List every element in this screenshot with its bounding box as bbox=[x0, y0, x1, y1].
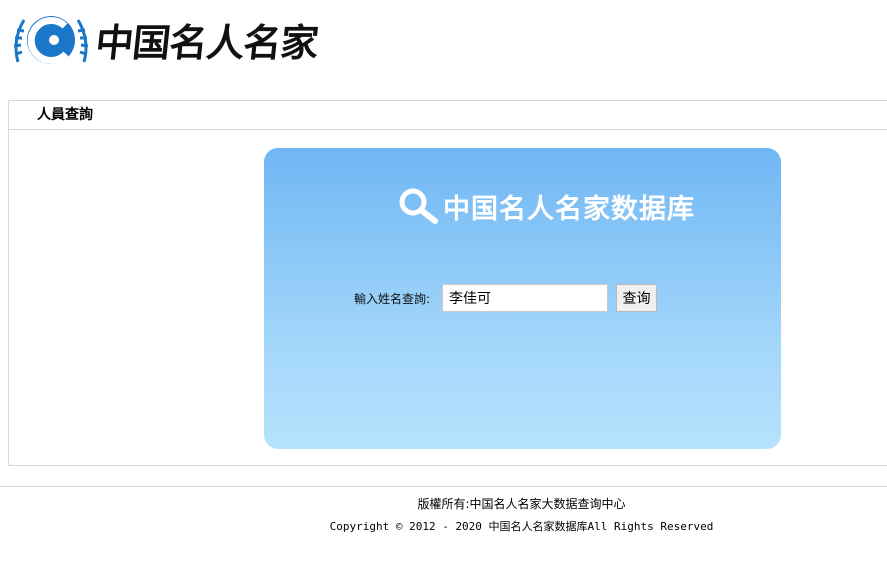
search-button[interactable]: 查询 bbox=[616, 284, 658, 312]
search-card: 中国名人名家数据库 輸入姓名查詢: 查询 bbox=[264, 148, 781, 449]
magnifier-icon bbox=[399, 188, 438, 224]
name-search-label: 輸入姓名查詢: bbox=[354, 291, 431, 306]
panel-title: 人員查詢 bbox=[9, 101, 887, 130]
person-query-panel: 人員查詢 中国名人名家数据库 輸入姓名查詢: 查询 bbox=[8, 100, 887, 466]
search-form: 輸入姓名查詢: 查询 bbox=[354, 284, 658, 312]
name-search-input[interactable] bbox=[442, 284, 609, 312]
site-header: 中国名人名家 bbox=[0, 0, 887, 80]
site-logo[interactable]: 中国名人名家 bbox=[8, 4, 324, 74]
footer-copyright: Copyright © 2012 - 2020 中国名人名家数据库All Rig… bbox=[329, 520, 714, 533]
footer-owner: 版權所有:中国名人名家大数据查询中心 bbox=[417, 497, 626, 511]
site-logo-text: 中国名人名家 bbox=[93, 19, 321, 65]
site-footer: 版權所有:中国名人名家大数据查询中心 Copyright © 2012 - 20… bbox=[0, 486, 887, 534]
chinese-celebrity-emblem-icon bbox=[13, 16, 89, 64]
database-title: 中国名人名家数据库 bbox=[443, 193, 695, 225]
search-card-title-row: 中国名人名家数据库 bbox=[397, 184, 695, 228]
